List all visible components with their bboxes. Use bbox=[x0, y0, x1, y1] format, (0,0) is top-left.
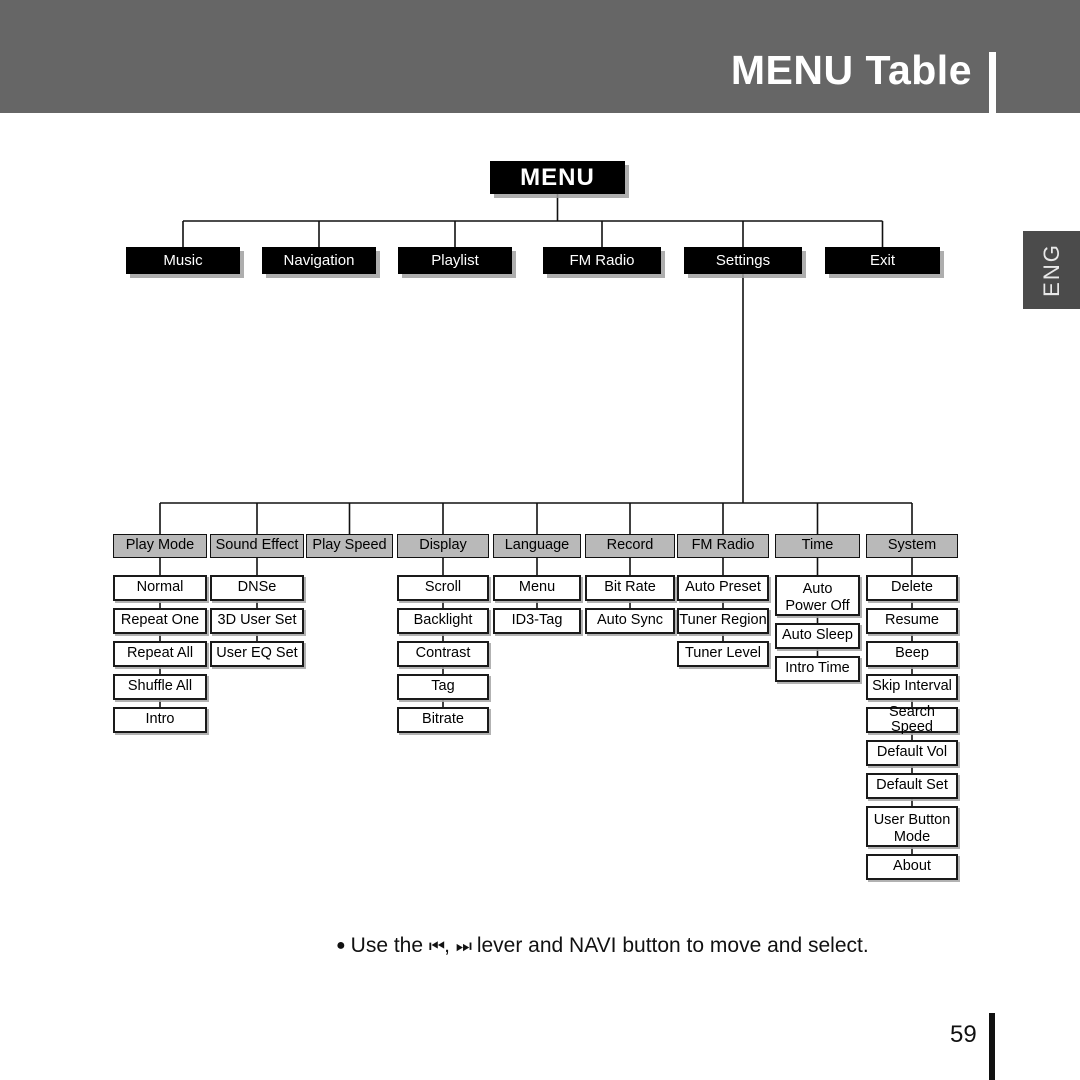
settings-item-beep[interactable]: Beep bbox=[866, 641, 958, 667]
settings-item-auto-sync[interactable]: Auto Sync bbox=[585, 608, 675, 634]
settings-category-display[interactable]: Display bbox=[397, 534, 489, 558]
node-label-line: Auto bbox=[802, 580, 833, 597]
settings-item-id3-tag[interactable]: ID3-Tag bbox=[493, 608, 581, 634]
settings-item-tag[interactable]: Tag bbox=[397, 674, 489, 700]
settings-item-auto-preset[interactable]: Auto Preset bbox=[677, 575, 769, 601]
prev-track-icon: ⏮ bbox=[428, 936, 445, 956]
settings-item-about[interactable]: About bbox=[866, 854, 958, 880]
menu-node-exit[interactable]: Exit bbox=[825, 247, 940, 274]
settings-category-record[interactable]: Record bbox=[585, 534, 675, 558]
menu-root-node[interactable]: MENU bbox=[490, 161, 625, 194]
menu-node-playlist[interactable]: Playlist bbox=[398, 247, 512, 274]
node-label-line: User Button bbox=[873, 811, 951, 828]
settings-item-bit-rate[interactable]: Bit Rate bbox=[585, 575, 675, 601]
settings-item-auto-power-off[interactable]: Auto Power Off bbox=[775, 575, 860, 616]
settings-item-3d-user-set[interactable]: 3D User Set bbox=[210, 608, 304, 634]
usage-note-separator: , bbox=[444, 934, 450, 957]
settings-item-backlight[interactable]: Backlight bbox=[397, 608, 489, 634]
settings-item-user-eq-set[interactable]: User EQ Set bbox=[210, 641, 304, 667]
node-label-line: Mode bbox=[893, 828, 931, 845]
menu-node-fm-radio[interactable]: FM Radio bbox=[543, 247, 661, 274]
settings-item-delete[interactable]: Delete bbox=[866, 575, 958, 601]
settings-item-normal[interactable]: Normal bbox=[113, 575, 207, 601]
usage-note-text-after: lever and NAVI button to move and select… bbox=[476, 934, 869, 957]
usage-note: ● Use the ⏮, ⏭ lever and NAVI button to m… bbox=[336, 934, 996, 958]
settings-item-intro[interactable]: Intro bbox=[113, 707, 207, 733]
settings-item-search-speed[interactable]: Search Speed bbox=[866, 704, 958, 735]
settings-item-repeat-one[interactable]: Repeat One bbox=[113, 608, 207, 634]
menu-node-music[interactable]: Music bbox=[126, 247, 240, 274]
settings-item-default-set[interactable]: Default Set bbox=[866, 773, 958, 799]
settings-category-play-speed[interactable]: Play Speed bbox=[306, 534, 393, 558]
settings-item-tuner-region[interactable]: Tuner Region bbox=[677, 608, 769, 634]
settings-category-play-mode[interactable]: Play Mode bbox=[113, 534, 207, 558]
settings-item-tuner-level[interactable]: Tuner Level bbox=[677, 641, 769, 667]
settings-category-fm-radio[interactable]: FM Radio bbox=[677, 534, 769, 558]
settings-item-scroll[interactable]: Scroll bbox=[397, 575, 489, 601]
page-number-rule bbox=[989, 1013, 995, 1080]
settings-category-language[interactable]: Language bbox=[493, 534, 581, 558]
menu-node-navigation[interactable]: Navigation bbox=[262, 247, 376, 274]
settings-item-repeat-all[interactable]: Repeat All bbox=[113, 641, 207, 667]
settings-category-system[interactable]: System bbox=[866, 534, 958, 558]
node-label-line: Power Off bbox=[785, 597, 850, 614]
settings-item-default-vol[interactable]: Default Vol bbox=[866, 740, 958, 766]
settings-item-bitrate[interactable]: Bitrate bbox=[397, 707, 489, 733]
next-track-icon: ⏭ bbox=[455, 936, 472, 956]
settings-category-time[interactable]: Time bbox=[775, 534, 860, 558]
settings-item-auto-sleep[interactable]: Auto Sleep bbox=[775, 623, 860, 649]
menu-node-settings[interactable]: Settings bbox=[684, 247, 802, 274]
settings-item-shuffle-all[interactable]: Shuffle All bbox=[113, 674, 207, 700]
page-number: 59 bbox=[950, 1021, 977, 1048]
settings-item-dnse[interactable]: DNSe bbox=[210, 575, 304, 601]
settings-item-skip-interval[interactable]: Skip Interval bbox=[866, 674, 958, 700]
settings-category-sound-effect[interactable]: Sound Effect bbox=[210, 534, 304, 558]
settings-item-user-button-mode[interactable]: User Button Mode bbox=[866, 806, 958, 847]
bullet-icon: ● bbox=[336, 937, 346, 954]
settings-item-intro-time[interactable]: Intro Time bbox=[775, 656, 860, 682]
settings-item-resume[interactable]: Resume bbox=[866, 608, 958, 634]
usage-note-text-before: Use the bbox=[350, 934, 424, 957]
settings-item-contrast[interactable]: Contrast bbox=[397, 641, 489, 667]
settings-item-menu[interactable]: Menu bbox=[493, 575, 581, 601]
menu-tree-diagram: MENU Music Navigation Playlist FM Radio Setti… bbox=[0, 0, 1080, 1080]
